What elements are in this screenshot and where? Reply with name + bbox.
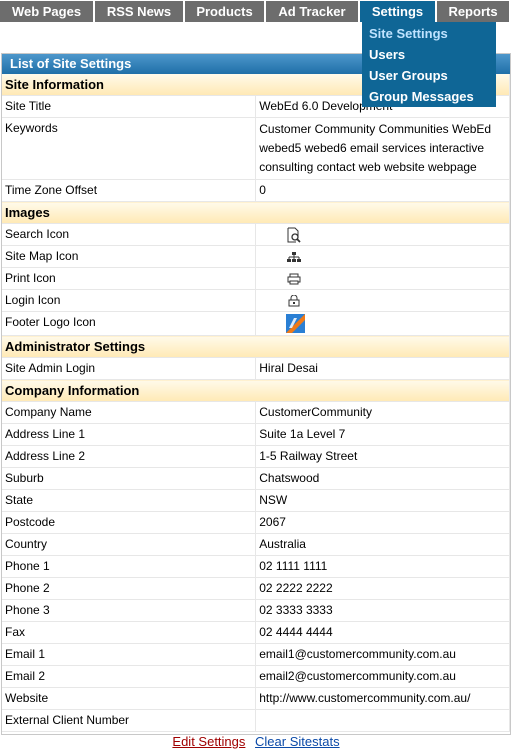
email-1-label: Email 1 [2, 643, 257, 666]
postcode-value: 2067 [255, 511, 510, 534]
printer-icon [287, 273, 301, 285]
sitemap-icon-label: Site Map Icon [2, 245, 257, 268]
section-header: Images [2, 201, 510, 224]
website-value: http://www.customercommunity.com.au/ [255, 687, 510, 710]
keywords-label: Keywords [2, 117, 257, 180]
fax-label: Fax [2, 621, 257, 644]
table-row: Time Zone Offset 0 [2, 179, 510, 202]
nav-web-pages[interactable]: Web Pages [0, 1, 94, 22]
table-row: Suburb Chatswood [2, 467, 510, 490]
menu-item-user-groups[interactable]: User Groups [362, 66, 496, 87]
table-row: Email 2 email2@customercommunity.com.au [2, 665, 510, 688]
menu-item-site-settings[interactable]: Site Settings [362, 24, 496, 45]
state-value: NSW [255, 489, 510, 512]
table-row: Site Admin Login Hiral Desai [2, 357, 510, 380]
phone-2-label: Phone 2 [2, 577, 257, 600]
company-name-label: Company Name [2, 401, 257, 424]
menu-item-users[interactable]: Users [362, 45, 496, 66]
email-2-label: Email 2 [2, 665, 257, 688]
section-header: Company Information [2, 379, 510, 402]
section-images: Images [2, 201, 510, 224]
table-row: State NSW [2, 489, 510, 512]
timezone-value: 0 [255, 179, 510, 202]
footer-logo-icon-label: Footer Logo Icon [2, 311, 257, 336]
login-icon-label: Login Icon [2, 289, 257, 312]
table-row: Company Name CustomerCommunity [2, 401, 510, 424]
table-row: Login Icon [2, 289, 510, 312]
state-label: State [2, 489, 257, 512]
nav-settings[interactable]: Settings [360, 1, 436, 22]
table-row: External Client Number [2, 709, 510, 732]
table-row: Email 1 email1@customercommunity.com.au [2, 643, 510, 666]
phone-3-value: 02 3333 3333 [255, 599, 510, 622]
phone-3-label: Phone 3 [2, 599, 257, 622]
table-row: Address Line 1 Suite 1a Level 7 [2, 423, 510, 446]
table-row: Country Australia [2, 533, 510, 556]
site-title-label: Site Title [2, 95, 257, 118]
table-row: Postcode 2067 [2, 511, 510, 534]
table-row: Site Map Icon [2, 245, 510, 268]
table-row: Address Line 2 1-5 Railway Street [2, 445, 510, 468]
table-row: Keywords Customer Community Communities … [2, 117, 510, 180]
website-label: Website [2, 687, 257, 710]
settings-dropdown-menu: Site Settings Users User Groups Group Me… [362, 22, 496, 107]
section-company-information: Company Information [2, 379, 510, 402]
phone-1-value: 02 1111 1111 [255, 555, 510, 578]
top-nav: Web Pages RSS News Products Ad Tracker S… [0, 0, 513, 22]
table-row: Fax 02 4444 4444 [2, 621, 510, 644]
admin-login-label: Site Admin Login [2, 357, 257, 380]
external-client-number-label: External Client Number [2, 709, 257, 732]
search-icon-label: Search Icon [2, 223, 257, 246]
fax-value: 02 4444 4444 [255, 621, 510, 644]
table-row: Footer Logo Icon [2, 311, 510, 336]
table-row: Phone 1 02 1111 1111 [2, 555, 510, 578]
panel-footer: Edit Settings Clear Sitestats [2, 732, 510, 752]
suburb-value: Chatswood [255, 467, 510, 490]
settings-table: Site Information Site Title WebEd 6.0 De… [2, 74, 510, 732]
nav-ad-tracker[interactable]: Ad Tracker [266, 1, 359, 22]
clear-sitestats-link[interactable]: Clear Sitestats [255, 734, 340, 749]
table-row: Website http://www.customercommunity.com.… [2, 687, 510, 710]
address-line-2-label: Address Line 2 [2, 445, 257, 468]
timezone-label: Time Zone Offset [2, 179, 257, 202]
country-label: Country [2, 533, 257, 556]
section-header: Administrator Settings [2, 335, 510, 358]
external-client-number-value [255, 709, 510, 732]
lock-icon [288, 294, 300, 307]
email-2-value: email2@customercommunity.com.au [255, 665, 510, 688]
search-page-icon [287, 227, 301, 243]
suburb-label: Suburb [2, 467, 257, 490]
table-row: Phone 2 02 2222 2222 [2, 577, 510, 600]
email-1-value: email1@customercommunity.com.au [255, 643, 510, 666]
keywords-value: Customer Community Communities WebEd web… [255, 117, 510, 180]
print-icon-label: Print Icon [2, 267, 257, 290]
table-row: Print Icon [2, 267, 510, 290]
table-row: Search Icon [2, 223, 510, 246]
admin-login-value: Hiral Desai [255, 357, 510, 380]
address-line-2-value: 1-5 Railway Street [255, 445, 510, 468]
nav-reports[interactable]: Reports [437, 1, 510, 22]
address-line-1-value: Suite 1a Level 7 [255, 423, 510, 446]
section-administrator-settings: Administrator Settings [2, 335, 510, 358]
phone-2-value: 02 2222 2222 [255, 577, 510, 600]
site-settings-panel: List of Site Settings Site Information S… [1, 53, 511, 749]
footer-logo-icon [286, 314, 306, 333]
edit-settings-link[interactable]: Edit Settings [172, 734, 245, 749]
phone-1-label: Phone 1 [2, 555, 257, 578]
nav-rss-news[interactable]: RSS News [95, 1, 184, 22]
country-value: Australia [255, 533, 510, 556]
company-name-value: CustomerCommunity [255, 401, 510, 424]
postcode-label: Postcode [2, 511, 257, 534]
sitemap-icon [287, 251, 302, 262]
table-row: Phone 3 02 3333 3333 [2, 599, 510, 622]
menu-item-group-messages[interactable]: Group Messages [362, 87, 496, 108]
nav-products[interactable]: Products [185, 1, 265, 22]
address-line-1-label: Address Line 1 [2, 423, 257, 446]
